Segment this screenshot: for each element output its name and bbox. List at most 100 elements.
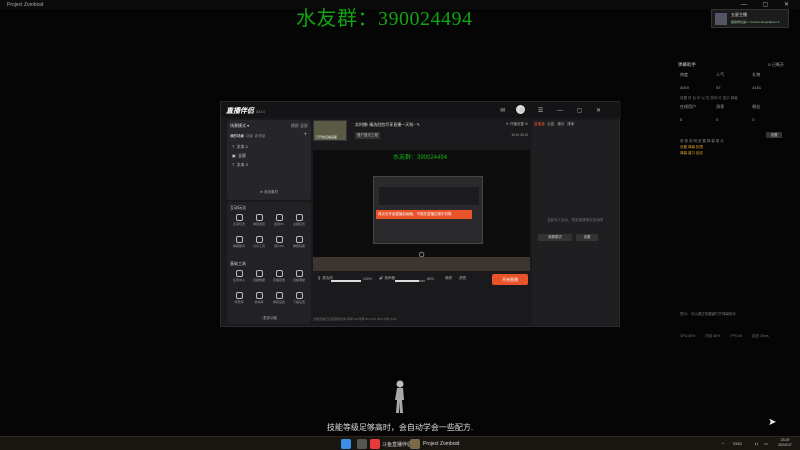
stat-item: 人气 57 (716, 72, 725, 90)
tool-button[interactable]: 分享工具 (251, 236, 267, 252)
beauty-button[interactable]: 美颜 (445, 276, 452, 281)
nested-capture: 请点击开始直播后画面，不能在直播过程中切换 (373, 176, 483, 244)
tool-button[interactable]: 素材库 (251, 292, 267, 308)
mic-slider[interactable] (331, 280, 361, 282)
room-category[interactable]: 僵尸毁灭工程 (355, 132, 380, 139)
stat-item: 消息 0 (716, 104, 725, 122)
tab-scene[interactable]: 场景 (246, 134, 253, 138)
preview-floor (313, 257, 530, 271)
more-tools-button[interactable]: ▫ 更多功能 (227, 316, 311, 321)
lang-indicator[interactable]: ENG (733, 441, 742, 446)
interact-section-label: 互动玩法 (230, 205, 246, 210)
left-column: 场景模式 ▾ 横屏 竖屏 我的场景 场景 新场景 + T 文本 1 ▣ 全屏 T… (227, 120, 311, 325)
speaker-volume: 80% (427, 277, 435, 281)
room-stats: 4019 4013 (511, 133, 528, 137)
tool-button[interactable]: 观众PK (271, 236, 287, 252)
tool-button[interactable]: 弹幕游戏 (251, 214, 267, 230)
source-item[interactable]: T 文本 2 (232, 162, 248, 168)
tool-button[interactable]: 互动玩法 (231, 214, 247, 230)
tool-button[interactable]: 直播课堂 (291, 270, 307, 286)
taskbar-app-label[interactable]: 斗鱼直播伴侣 (382, 441, 412, 448)
right-settings-button[interactable]: 设置 (576, 234, 598, 241)
nested-toolbar (379, 187, 479, 205)
center-column: 已开启直播画面 实时播! 精选怼脸尽享直播一天啦~ ✎ 僵尸毁灭工程 ⟳ 开播设… (313, 120, 530, 325)
watch-mode-button[interactable]: 观看模式 (538, 234, 572, 241)
orientation-toggle[interactable]: 横屏 竖屏 (291, 123, 308, 129)
helper-footer-stats: CPU 50% 内存 56% FPS 60 延迟 25ms (680, 334, 769, 338)
tool-button[interactable]: 弹幕投票 (291, 236, 307, 252)
stat-item: 粉丝 0 (752, 104, 761, 122)
tool-button[interactable]: 主播任务 (291, 214, 307, 230)
app-logo: 直播伴侣 6314 (226, 108, 265, 115)
live-companion-window: 直播伴侣 6314 ✉ ⚙ ☰ — ▢ ✕ 场景模式 ▾ 横屏 竖屏 我的场景 … (220, 101, 621, 327)
helper-stats: 热度 4019 人气 57 礼物 4151 在线用户 0 消息 0 粉丝 0 (680, 72, 790, 136)
window-controls[interactable]: — ▢ ✕ (741, 1, 796, 8)
scene-mode-select[interactable]: 场景模式 ▾ (230, 123, 249, 129)
app-titlebar: 直播伴侣 6314 ✉ ⚙ ☰ — ▢ ✕ (221, 102, 621, 118)
preview-watermark: 水友群：390024494 (393, 155, 448, 161)
taskbar-app-label[interactable]: Project Zomboid (423, 441, 459, 447)
mic-volume: 100% (363, 277, 372, 281)
app-window-controls[interactable]: ✉ ⚙ ☰ — ▢ ✕ (500, 107, 607, 114)
stat-item: 礼物 4151 (752, 72, 762, 90)
tool-button[interactable]: 弹幕设置 (271, 292, 287, 308)
player-character (395, 380, 404, 413)
live-settings-link[interactable]: ⟳ 开播设置 ⚙ (506, 122, 528, 127)
tool-button[interactable]: 直播回放 (271, 270, 287, 286)
tool-button[interactable]: 下播设置 (291, 292, 307, 308)
user-card[interactable]: 五星主播 超级排位第1 / Curious Expeditions 2 (711, 9, 789, 28)
tab-new-scene[interactable]: 新场景 (255, 134, 266, 138)
tab-my-scene[interactable]: 我的场景 (230, 134, 244, 138)
windows-start-icon[interactable] (341, 439, 351, 449)
game-screen: Project Zomboid — ▢ ✕ 水友群：390024494 五星主播… (0, 0, 800, 450)
helper-separator-text: 提示：可以通过快捷键打开弹幕助手 (680, 312, 736, 316)
source-item[interactable]: ▣ 全屏 (232, 153, 246, 159)
helper-status[interactable]: ⊙ 已断开 (768, 62, 784, 68)
room-cover[interactable]: 已开启直播画面 (313, 120, 347, 141)
game-subtitle: 技能等级足够高时，会自动学会一些配方. (326, 423, 474, 432)
assist-section-label: 基础工具 (230, 261, 246, 266)
tools-panel: 互动玩法 互动玩法 弹幕游戏 连线PK 主播任务 弹幕助手 分享工具 观众PK … (227, 202, 311, 324)
tool-button[interactable]: 连线PK (271, 214, 287, 230)
speaker-slider[interactable] (395, 280, 425, 282)
right-column: 直播通 公告 观众 排序 当前无人互动，快去邀请观众互动吧 观看模式 设置 (532, 120, 618, 325)
add-source-button[interactable]: ⊕ 添加素材 (227, 190, 311, 195)
user-name: 五星主播 (731, 12, 747, 17)
mouse-cursor-icon: ➤ (768, 417, 777, 428)
tool-button[interactable]: 任务中心 (231, 270, 247, 286)
zomboid-app-icon[interactable] (410, 439, 420, 449)
battery-icon[interactable]: ▭ (764, 441, 768, 446)
tool-button[interactable]: 直播数据 (251, 270, 267, 286)
audio-controls: 🎙 麦克风 100% 🔊 扬声器 80% 美颜 滤镜 开始直播 (313, 272, 530, 292)
empty-interaction-text: 当前无人互动，快去邀请观众互动吧 (547, 218, 603, 222)
group-watermark: 水友群：390024494 (296, 8, 473, 30)
filter-button[interactable]: 滤镜 (459, 276, 466, 281)
danmaku-helper-panel: 弹幕助手 ⊙ 已断开 热度 4019 人气 57 礼物 4151 在线用户 0 … (676, 58, 794, 348)
speaker-icon[interactable]: ◖) (754, 441, 758, 446)
stat-item: 热度 4019 (680, 72, 689, 90)
right-tabs[interactable]: 直播通 公告 观众 排序 (534, 122, 574, 127)
douyu-app-icon[interactable] (370, 439, 380, 449)
taskbar: 斗鱼直播伴侣 Project Zomboid ^ ENG ◖) ▭ 23:29 … (0, 436, 800, 450)
helper-title: 弹幕助手 (678, 62, 696, 67)
helper-notice: 设置 好 后 可 以 在 游戏 中 显示 弹幕 (680, 96, 738, 100)
start-live-button[interactable]: 开始直播 (492, 274, 528, 285)
tool-button[interactable]: 场景库 (231, 292, 247, 308)
tool-button[interactable]: 弹幕助手 (231, 236, 247, 252)
stat-item: 在线用户 0 (680, 104, 696, 122)
window-title: Project Zomboid (7, 2, 44, 8)
search-icon[interactable] (357, 439, 367, 449)
helper-tips: 请 按 说 明 设 置 弹 幕 助 手 设置 弹幕 权限 弹幕 窗口 锁定 (680, 139, 724, 155)
preview-alert: 请点击开始直播后画面，不能在直播过程中切换 (376, 210, 472, 219)
live-preview[interactable]: 水友群：390024494 请点击开始直播后画面，不能在直播过程中切换 ⚲ (313, 150, 530, 271)
scene-tabs[interactable]: 我的场景 场景 新场景 (230, 134, 265, 139)
speaker-control[interactable]: 🔊 扬声器 (379, 276, 395, 281)
scene-panel: 场景模式 ▾ 横屏 竖屏 我的场景 场景 新场景 + T 文本 1 ▣ 全屏 T… (227, 120, 311, 200)
status-line: 当前直播已设置满屏方向 码率 2M 帧率 30 CPU 30% 内存 54% (313, 317, 397, 321)
chevron-up-icon[interactable]: ^ (722, 441, 724, 446)
add-scene-icon[interactable]: + (303, 132, 307, 138)
source-item[interactable]: T 文本 1 (232, 144, 248, 150)
room-title[interactable]: 实时播! 精选怼脸尽享直播一天啦~ ✎ (355, 122, 420, 128)
user-subtitle: 超级排位第1 / Curious Expeditions 2 (731, 20, 780, 24)
clock[interactable]: 23:29 2024/1/7 (774, 438, 796, 448)
